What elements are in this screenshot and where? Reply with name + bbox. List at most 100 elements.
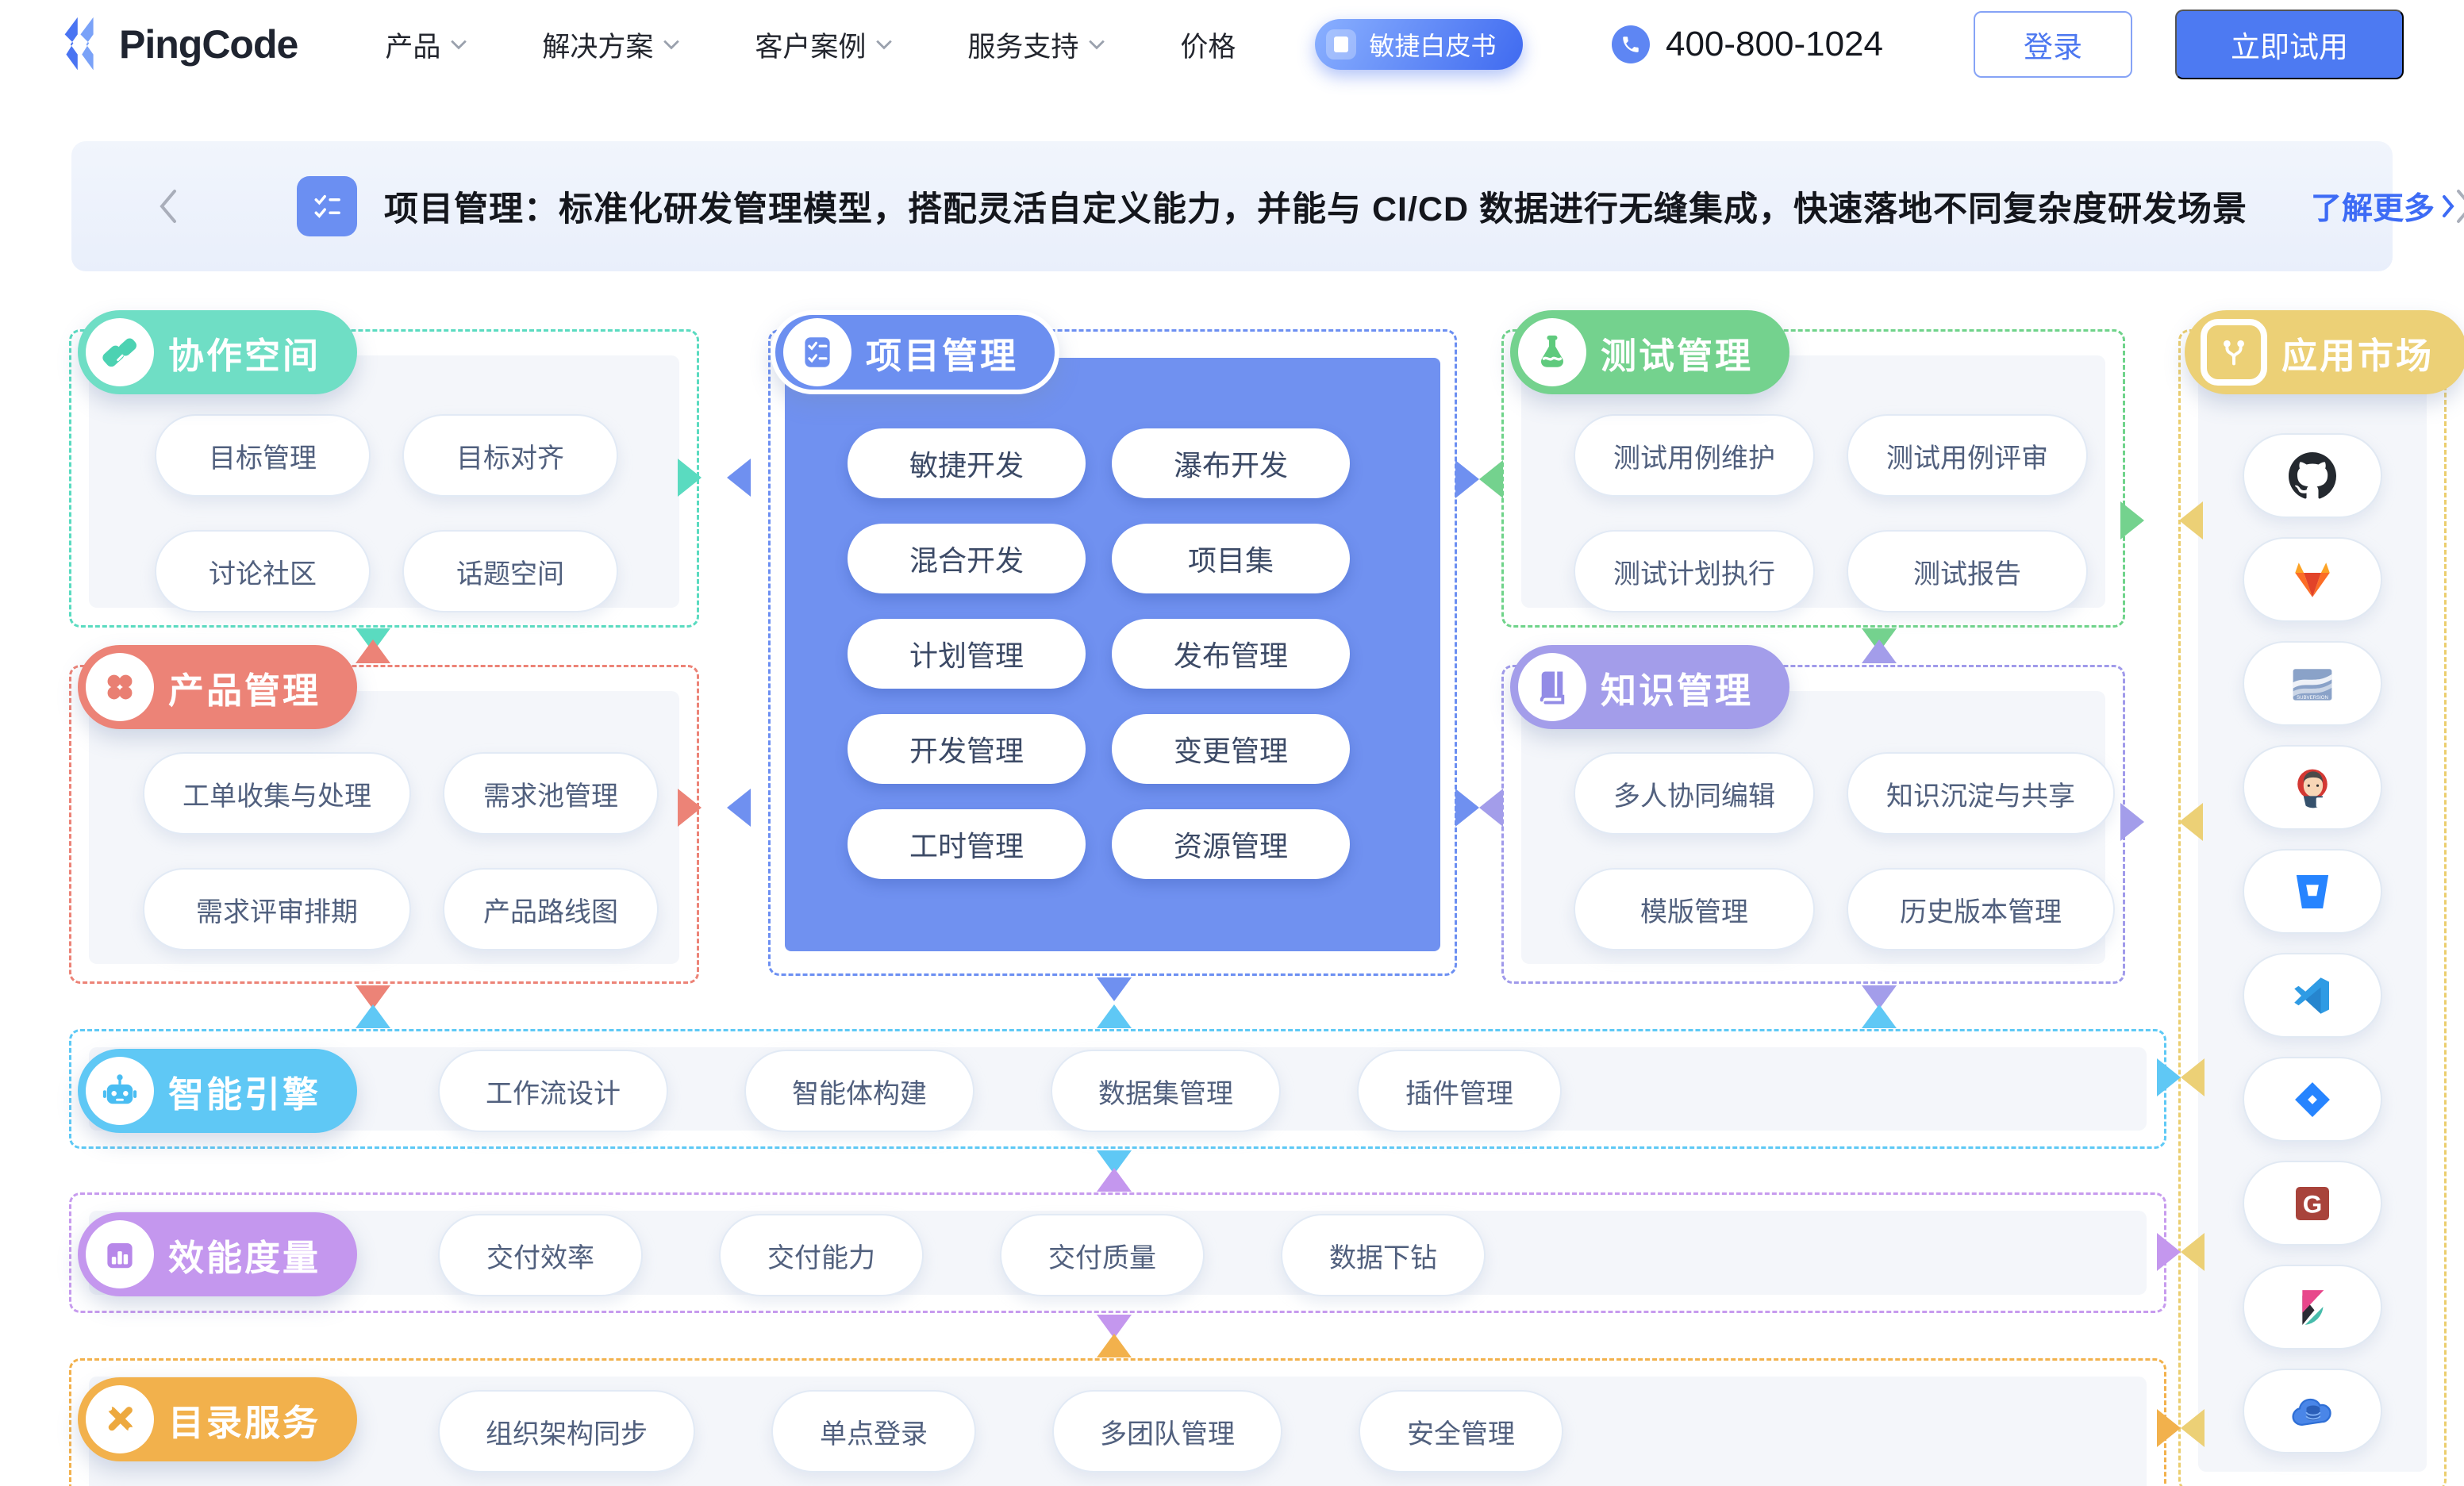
connector-arrow-right (1455, 460, 1479, 498)
connector-arrow-up (356, 1004, 390, 1028)
connector-arrow-left (1479, 789, 1503, 827)
project-checklist-icon (297, 176, 357, 236)
feature-pill: 项目集 (1112, 524, 1350, 593)
app-pill (2243, 1369, 2382, 1453)
feature-pill: 瀑布开发 (1112, 428, 1350, 498)
connector-arrow-up (1097, 1334, 1132, 1357)
feature-pill: 需求评审排期 (143, 868, 411, 950)
section-metrics: 效能度量 交付效率 交付能力 交付质量 数据下钻 (69, 1192, 2166, 1313)
section-project-mgmt: 项目管理 敏捷开发 瀑布开发 混合开发 项目集 计划管理 发布管理 开发管理 变… (768, 329, 1457, 976)
section-test-mgmt: 测试管理 测试用例维护 测试用例评审 测试计划执行 测试报告 (1501, 329, 2125, 628)
feature-pill: 工时管理 (848, 809, 1086, 879)
feature-pill: 历史版本管理 (1847, 868, 2115, 950)
nav-item-pricing[interactable]: 价格 (1180, 25, 1236, 65)
connector-arrow-right (2157, 1409, 2181, 1447)
chevron-left-icon[interactable] (157, 188, 178, 225)
connector-arrow-right (678, 789, 702, 827)
feature-pill: 测试计划执行 (1574, 530, 1815, 612)
connector-arrow-left (2181, 1233, 2205, 1271)
feature-pill: 单点登录 (771, 1390, 976, 1473)
product-mgmt-badge: 产品管理 (78, 645, 357, 729)
pingcode-logo[interactable]: PingCode (60, 16, 298, 73)
feature-pill: 目标管理 (155, 414, 371, 497)
feature-pill: 知识沉淀与共享 (1847, 752, 2115, 835)
nav-right: 400-800-1024 登录 立即试用 (1612, 10, 2404, 79)
feature-pill: 讨论社区 (155, 530, 371, 612)
login-button[interactable]: 登录 (1974, 11, 2132, 78)
main-menu: 产品 解决方案 客户案例 服务支持 价格 (385, 25, 1236, 65)
connector-arrow-up (1097, 1168, 1132, 1192)
section-app-market: 应用市场 SUBVERSION G (2178, 329, 2447, 1486)
feature-pill: 交付质量 (1000, 1214, 1205, 1296)
ai-engine-badge: 智能引擎 (78, 1049, 357, 1133)
feature-pill: 测试用例评审 (1847, 414, 2088, 497)
app-pill (2243, 433, 2382, 518)
feature-pill: 交付效率 (438, 1214, 643, 1296)
four-petals-icon (86, 653, 154, 721)
nav-item-products[interactable]: 产品 (385, 25, 467, 65)
connector-arrow-right (2120, 501, 2144, 539)
connector-arrow-down (1097, 977, 1132, 1001)
feature-pill: 产品路线图 (443, 868, 659, 950)
chevron-down-icon (875, 39, 893, 50)
feature-pill: 话题空间 (402, 530, 618, 612)
subversion-icon: SUBVERSION (2289, 660, 2336, 708)
announcement-banner: 项目管理：标准化研发管理模型，搭配灵活自定义能力，并能与 CI/CD 数据进行无… (71, 141, 2393, 271)
feature-pill: 敏捷开发 (848, 428, 1086, 498)
nav-item-cases[interactable]: 客户案例 (755, 25, 893, 65)
connector-arrow-right (2157, 1233, 2181, 1271)
feature-pill: 需求池管理 (443, 752, 659, 835)
feature-pill: 工作流设计 (438, 1050, 668, 1132)
connector-arrow-right (678, 459, 702, 497)
feature-pill: 计划管理 (848, 619, 1086, 689)
collab-space-badge: 协作空间 (78, 310, 357, 394)
feature-pill: 测试用例维护 (1574, 414, 1815, 497)
app-pill (2243, 1057, 2382, 1142)
connector-arrow-right (2120, 803, 2144, 841)
handshake-icon (86, 318, 154, 386)
feature-pill: 工单收集与处理 (143, 752, 411, 835)
feature-pill: 组织架构同步 (438, 1390, 695, 1473)
connector-arrow-left (2181, 1409, 2205, 1447)
app-pill: SUBVERSION (2243, 641, 2382, 726)
doc-checklist-icon (783, 318, 851, 386)
chevron-right-icon (2441, 194, 2455, 218)
top-nav: PingCode 产品 解决方案 客户案例 服务支持 价格 (0, 0, 2464, 89)
jira-icon (2291, 1078, 2334, 1121)
svg-text:SUBVERSION: SUBVERSION (2297, 694, 2328, 700)
feature-pill: 多人协同编辑 (1574, 752, 1815, 835)
learn-more-link[interactable]: 了解更多 (2311, 184, 2455, 228)
cloud-database-icon (2289, 1388, 2336, 1435)
phone-contact[interactable]: 400-800-1024 (1612, 25, 1883, 64)
chevron-right-icon[interactable] (2455, 188, 2464, 225)
pingcode-homepage: PingCode 产品 解决方案 客户案例 服务支持 价格 (0, 0, 2464, 1486)
app-pill (2243, 849, 2382, 934)
feature-pill: 多团队管理 (1052, 1390, 1282, 1473)
connector-arrow-left (1479, 460, 1503, 498)
app-market-badge: 应用市场 (2185, 310, 2464, 394)
nav-item-support[interactable]: 服务支持 (967, 25, 1105, 65)
brand-name: PingCode (119, 21, 298, 67)
knowledge-mgmt-badge: 知识管理 (1510, 645, 1789, 729)
section-knowledge-mgmt: 知识管理 多人协同编辑 知识沉淀与共享 模版管理 历史版本管理 (1501, 665, 2125, 984)
app-pill (2243, 537, 2382, 622)
feature-pill: 交付能力 (719, 1214, 924, 1296)
tools-icon (86, 1385, 154, 1453)
app-pill: G (2243, 1161, 2382, 1246)
feature-pill: 测试报告 (1847, 530, 2088, 612)
feature-pill: 发布管理 (1112, 619, 1350, 689)
connector-arrow-right (2157, 1058, 2181, 1096)
project-mgmt-badge: 项目管理 (771, 310, 1059, 394)
connector-arrow-left (727, 459, 751, 497)
pingcode-logo-icon (60, 16, 106, 73)
directory-badge: 目录服务 (78, 1377, 357, 1461)
nav-item-solutions[interactable]: 解决方案 (542, 25, 680, 65)
whitepaper-button[interactable]: 敏捷白皮书 (1315, 19, 1523, 70)
app-pill (2243, 1265, 2382, 1350)
metrics-badge: 效能度量 (78, 1212, 357, 1296)
feature-pill: 数据集管理 (1051, 1050, 1281, 1132)
try-now-button[interactable]: 立即试用 (2175, 10, 2404, 79)
feature-pill: 数据下钻 (1281, 1214, 1486, 1296)
connector-arrow-right (1455, 789, 1479, 827)
connector-arrow-left (2179, 803, 2203, 841)
